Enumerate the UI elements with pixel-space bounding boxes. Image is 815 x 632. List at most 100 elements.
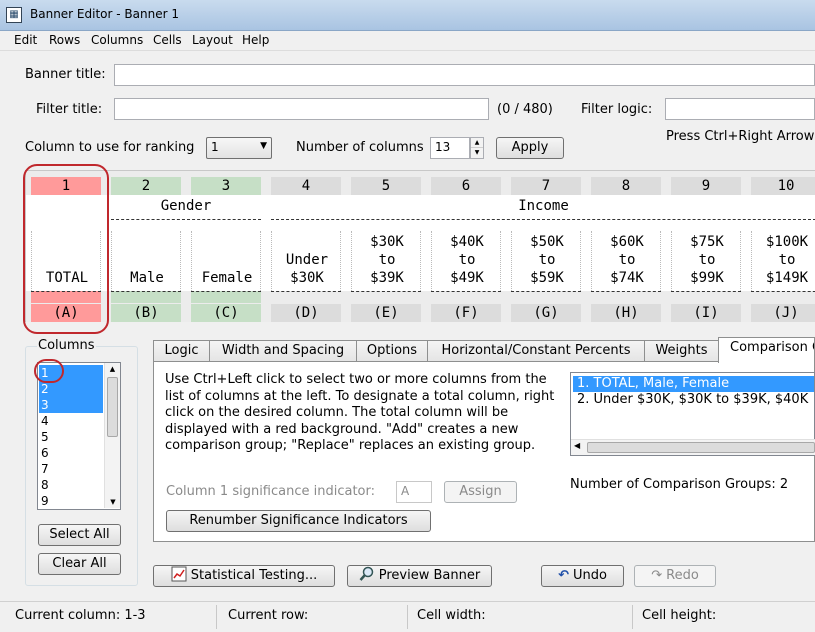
sig-indicator-input[interactable]: A: [396, 481, 432, 503]
tab-width-spacing[interactable]: Width and Spacing: [209, 340, 357, 362]
column-number-4[interactable]: 4: [271, 177, 341, 195]
ctrl-arrow-hint: Press Ctrl+Right Arrow: [666, 129, 815, 144]
menu-help[interactable]: Help: [242, 33, 269, 47]
ranking-value: 1: [211, 140, 219, 154]
filter-title-input[interactable]: [114, 98, 489, 120]
column-label-6[interactable]: $40K to $49K: [431, 231, 501, 291]
list-item[interactable]: 7: [39, 461, 103, 477]
list-item[interactable]: 2. Under $30K, $30K to $39K, $40K: [573, 392, 812, 408]
undo-icon: ↶: [558, 568, 569, 583]
underline-7: [511, 291, 581, 303]
column-number-5[interactable]: 5: [351, 177, 421, 195]
assign-button[interactable]: Assign: [444, 481, 517, 503]
menu-columns[interactable]: Columns: [91, 33, 143, 47]
column-number-8[interactable]: 8: [591, 177, 661, 195]
comparison-instructions: Use Ctrl+Left click to select two or mor…: [165, 372, 555, 453]
column-label-4[interactable]: Under $30K: [271, 231, 341, 291]
num-columns-input[interactable]: 13: [430, 137, 470, 159]
column-number-10[interactable]: 10: [751, 177, 815, 195]
renumber-button[interactable]: Renumber Significance Indicators: [166, 510, 431, 532]
menu-bar: Edit Rows Columns Cells Layout Help: [0, 31, 815, 51]
column-label-8[interactable]: $60K to $74K: [591, 231, 661, 291]
column-label-line3: $59K: [530, 270, 564, 286]
column-label-line2: to: [778, 252, 796, 268]
list-item[interactable]: 4: [39, 413, 103, 429]
spin-down-icon[interactable]: ▼: [471, 148, 483, 158]
menu-rows[interactable]: Rows: [49, 33, 80, 47]
menu-cells[interactable]: Cells: [153, 33, 182, 47]
underline-2: [111, 291, 181, 303]
list-item[interactable]: 3: [39, 397, 103, 413]
sig-letter-10: (J): [751, 304, 815, 322]
status-divider: [407, 605, 408, 629]
banner-title-label: Banner title:: [25, 67, 106, 82]
columns-group-title: Columns: [37, 338, 96, 353]
column-number-6[interactable]: 6: [431, 177, 501, 195]
scroll-up-icon[interactable]: ▲: [105, 363, 120, 375]
sig-letter-3: (C): [191, 304, 261, 322]
list-item[interactable]: 5: [39, 429, 103, 445]
statistical-testing-button[interactable]: Statistical Testing...: [153, 565, 335, 587]
sig-letter-7: (G): [511, 304, 581, 322]
num-columns-spinner[interactable]: ▲ ▼: [470, 137, 484, 159]
magnifier-icon: [359, 566, 374, 581]
column-label-line2: to: [618, 252, 636, 268]
preview-banner-button[interactable]: Preview Banner: [347, 565, 492, 587]
column-label-line1: $60K: [610, 234, 644, 250]
column-label-line1: $100K: [765, 234, 809, 250]
tab-comparison[interactable]: Comparison G: [718, 337, 815, 363]
tab-logic[interactable]: Logic: [153, 340, 210, 362]
filter-logic-label: Filter logic:: [581, 102, 653, 117]
list-item[interactable]: 9: [39, 493, 103, 509]
filter-count: (0 / 480): [497, 102, 553, 117]
banner-grid[interactable]: 1 2 3 4 5 6 7 8 9 10 Gender Income TOTAL…: [25, 170, 815, 322]
filter-logic-input[interactable]: [665, 98, 815, 120]
banner-title-input[interactable]: [114, 64, 815, 86]
underline-8: [591, 291, 661, 303]
scroll-thumb[interactable]: [107, 377, 118, 437]
status-divider: [216, 605, 217, 629]
column-number-2[interactable]: 2: [111, 177, 181, 195]
column-label-7[interactable]: $50K to $59K: [511, 231, 581, 291]
list-item[interactable]: 6: [39, 445, 103, 461]
scroll-left-icon[interactable]: ◀: [574, 441, 580, 450]
column-label-9[interactable]: $75K to $99K: [671, 231, 741, 291]
column-number-9[interactable]: 9: [671, 177, 741, 195]
list-item[interactable]: 2: [39, 381, 103, 397]
select-all-button[interactable]: Select All: [38, 524, 121, 546]
tab-options[interactable]: Options: [356, 340, 428, 362]
tab-weights[interactable]: Weights: [644, 340, 719, 362]
apply-button[interactable]: Apply: [496, 137, 564, 159]
menu-layout[interactable]: Layout: [192, 33, 233, 47]
list-item[interactable]: 8: [39, 477, 103, 493]
ranking-select[interactable]: 1 ▼: [206, 137, 272, 159]
tab-horizontal-percents[interactable]: Horizontal/Constant Percents: [427, 340, 645, 362]
column-number-3[interactable]: 3: [191, 177, 261, 195]
column-label-10[interactable]: $100K to $149K: [751, 231, 815, 291]
list-item[interactable]: 1. TOTAL, Male, Female: [573, 376, 814, 392]
sig-indicator-label: Column 1 significance indicator:: [166, 484, 376, 499]
column-label-line1: $50K: [530, 234, 564, 250]
column-label-5[interactable]: $30K to $39K: [351, 231, 421, 291]
column-number-7[interactable]: 7: [511, 177, 581, 195]
statistical-testing-label: Statistical Testing...: [190, 568, 318, 583]
scroll-down-icon[interactable]: ▼: [105, 496, 121, 508]
columns-scrollbar[interactable]: ▲ ▼: [104, 363, 120, 508]
column-label-line1: $75K: [690, 234, 724, 250]
annotation-oval-total: [23, 164, 109, 334]
undo-button[interactable]: ↶ Undo: [541, 565, 624, 587]
column-label-line1: $30K: [370, 234, 404, 250]
spin-up-icon[interactable]: ▲: [471, 138, 483, 148]
sig-indicator-value: A: [401, 484, 410, 498]
groups-hscrollbar[interactable]: ◀: [571, 439, 815, 455]
clear-all-button[interactable]: Clear All: [38, 553, 121, 575]
sig-letter-4: (D): [271, 304, 341, 322]
column-label-3[interactable]: Female: [191, 231, 261, 291]
chart-icon: [171, 566, 187, 582]
redo-button[interactable]: ↷ Redo: [634, 565, 716, 587]
column-label-2[interactable]: Male: [111, 231, 181, 291]
scroll-thumb[interactable]: [587, 442, 815, 453]
sig-letter-9: (I): [671, 304, 741, 322]
underline-5: [351, 291, 421, 303]
menu-edit[interactable]: Edit: [14, 33, 37, 47]
